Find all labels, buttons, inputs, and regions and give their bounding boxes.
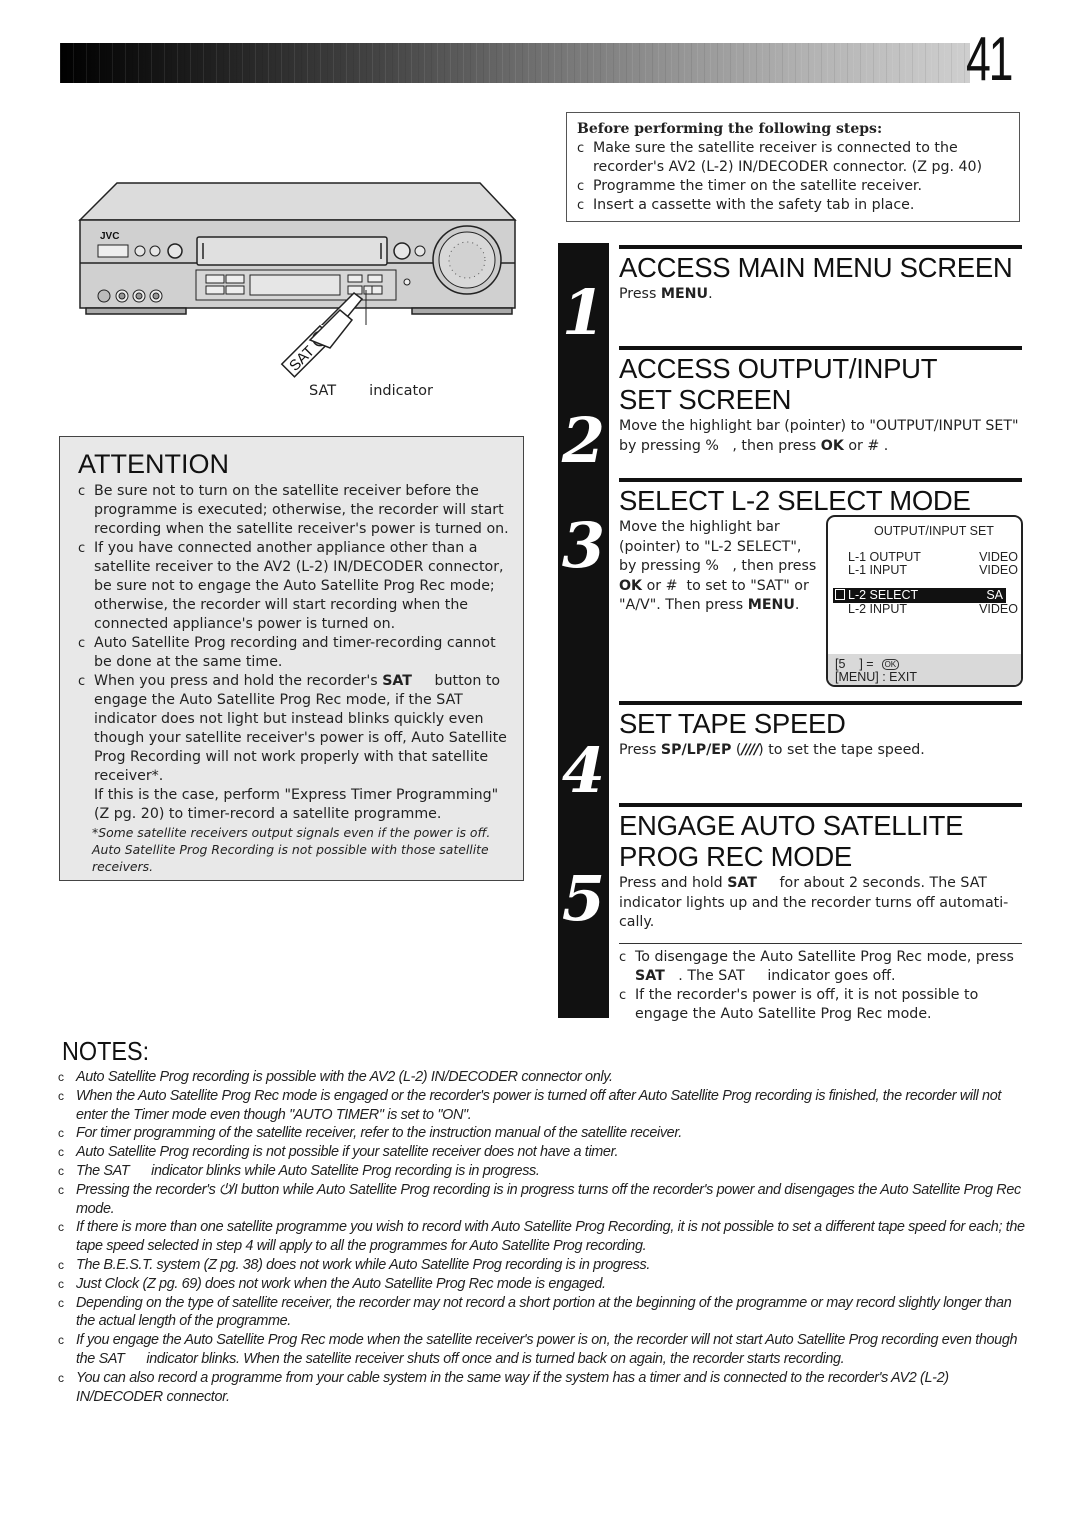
notes-list: c Auto Satellite Prog recording is possib…: [58, 1068, 1033, 1406]
display-window: [249, 274, 341, 296]
step-rule: [619, 245, 1022, 249]
step-title: SELECT L-2 SELECT MODE: [619, 485, 971, 516]
power-button: [97, 244, 129, 258]
step-title: SET TAPE SPEED: [619, 708, 846, 739]
step-rule: [619, 478, 1022, 482]
notes-title: NOTES:: [62, 1036, 150, 1066]
step-title: ENGAGE AUTO SATELLITE PROG REC MODE: [619, 810, 964, 872]
step-1: ACCESS MAIN MENU SCREEN Press MENU.: [619, 245, 1022, 305]
step-text: Press MENU.: [619, 286, 713, 302]
step-rule: [619, 346, 1022, 350]
note-item: c If you engage the Auto Satellite Prog R…: [58, 1332, 1021, 1367]
attention-item: c If you have connected another appliance…: [78, 540, 504, 632]
note-item: c Pressing the recorder's ⏻/I button whil…: [58, 1181, 1021, 1217]
before-steps-item: c Programme the timer on the satellite re…: [577, 178, 922, 194]
note-item: c You can also record a programme from yo…: [58, 1369, 949, 1405]
osd-row: L-1 INPUT VIDEO: [848, 563, 1018, 577]
step-title: ACCESS MAIN MENU SCREEN: [619, 252, 1013, 283]
note-item: c For timer programming of the satellite …: [58, 1125, 682, 1142]
step-number-5: 5: [561, 862, 606, 935]
attention-item: c Be sure not to turn on the satellite re…: [78, 483, 509, 537]
ok-button-icon: OK: [881, 659, 900, 670]
page-number: 41: [966, 25, 1013, 94]
step-text: Move the highlight bar (pointer) to "OUT…: [619, 418, 1024, 454]
before-steps-item: c Insert a cassette with the safety tab i…: [577, 197, 915, 213]
step-number-1: 1: [561, 276, 606, 349]
step-rule: [619, 701, 1022, 705]
step-5: ENGAGE AUTO SATELLITE PROG REC MODE Pres…: [619, 803, 1022, 1024]
attention-box: ATTENTION c Be sure not to turn on the sa…: [59, 436, 524, 881]
attention-footnote: *Some satellite receivers output signals…: [92, 825, 491, 874]
step-divider: [619, 942, 1022, 944]
front-button: [149, 245, 161, 257]
attention-item: c When you press and hold the recorder's …: [78, 673, 512, 784]
note-item: c When the Auto Satellite Prog Rec mode i…: [58, 1087, 1002, 1123]
osd-title: OUTPUT/INPUT SET: [874, 524, 994, 538]
step-text: Press SP/LP/EP (////) to set the tape sp…: [619, 742, 925, 758]
osd-highlight-bar: L-2 SELECT SA: [833, 588, 1006, 603]
note-item: c Auto Satellite Prog recording is not po…: [58, 1144, 619, 1161]
attention-item: c Auto Satellite Prog recording and timer…: [78, 635, 496, 670]
step-number-3: 3: [561, 509, 606, 582]
jvc-logo: JVC: [100, 231, 119, 242]
step-2: ACCESS OUTPUT/INPUT SET SCREEN Move the …: [619, 346, 1022, 456]
note-item: c Just Clock (Z pg. 69) does not work whe…: [58, 1275, 606, 1292]
sat-button: [347, 285, 363, 295]
step-rule: [619, 803, 1022, 807]
note-item: c Depending on the type of satellite rece…: [58, 1294, 1012, 1330]
osd-row-selected: L-2 SELECT SA: [848, 588, 1003, 602]
header-stripe-pattern: [60, 43, 970, 83]
attention-item-continuation: If this is the case, perform "Express Ti…: [94, 787, 499, 822]
before-steps-item: c Make sure the satellite receiver is con…: [577, 140, 983, 175]
step-text: Press and hold SAT for about 2 seconds. …: [619, 875, 1010, 930]
attention-title: ATTENTION: [78, 449, 229, 479]
osd-footer: [5 ] = OK [MENU] : EXIT: [828, 654, 1021, 685]
front-button: [134, 245, 146, 257]
step-4: SET TAPE SPEED Press SP/LP/EP (////) to …: [619, 701, 1022, 761]
step-note-item: c If the recorder's power is off, it is n…: [619, 986, 979, 1022]
bullet-glyph: c: [577, 179, 585, 194]
cassette-slot: [196, 236, 388, 266]
before-steps-box: Before performing the following steps: c…: [566, 112, 1020, 222]
bullet-glyph: c: [577, 198, 585, 213]
osd-row: L-2 INPUT VIDEO: [848, 602, 1018, 616]
sat-button-label-tag: SAT: [280, 308, 354, 378]
play-button: [393, 242, 411, 260]
note-item: c The SAT indicator blinks while Auto Sat…: [58, 1162, 540, 1179]
osd-output-input-set-screen: OUTPUT/INPUT SET L-1 OUTPUT VIDEO L-1 INP…: [826, 515, 1023, 687]
note-item: c Auto Satellite Prog recording is possib…: [58, 1069, 613, 1085]
pointer-icon: [835, 589, 845, 600]
step-number-4: 4: [561, 734, 606, 807]
step-note-item: c To disengage the Auto Satellite Prog Re…: [619, 948, 1014, 984]
bullet-glyph: c: [577, 141, 585, 156]
note-item: c If there is more than one satellite pro…: [58, 1219, 1025, 1255]
step-text: Move the highlight bar (pointer) to "L-2…: [619, 519, 821, 613]
tape-speed-button-icon: ////: [741, 742, 759, 758]
before-steps-title: Before performing the following steps:: [577, 121, 883, 137]
av-jack: [97, 289, 111, 303]
eject-button: [167, 243, 183, 259]
note-item: c The B.E.S.T. system (Z pg. 38) does not…: [58, 1256, 651, 1273]
step-title: ACCESS OUTPUT/INPUT SET SCREEN: [619, 353, 937, 415]
sat-indicator-caption: SAT indicator: [309, 383, 433, 399]
step-number-2: 2: [561, 404, 606, 477]
